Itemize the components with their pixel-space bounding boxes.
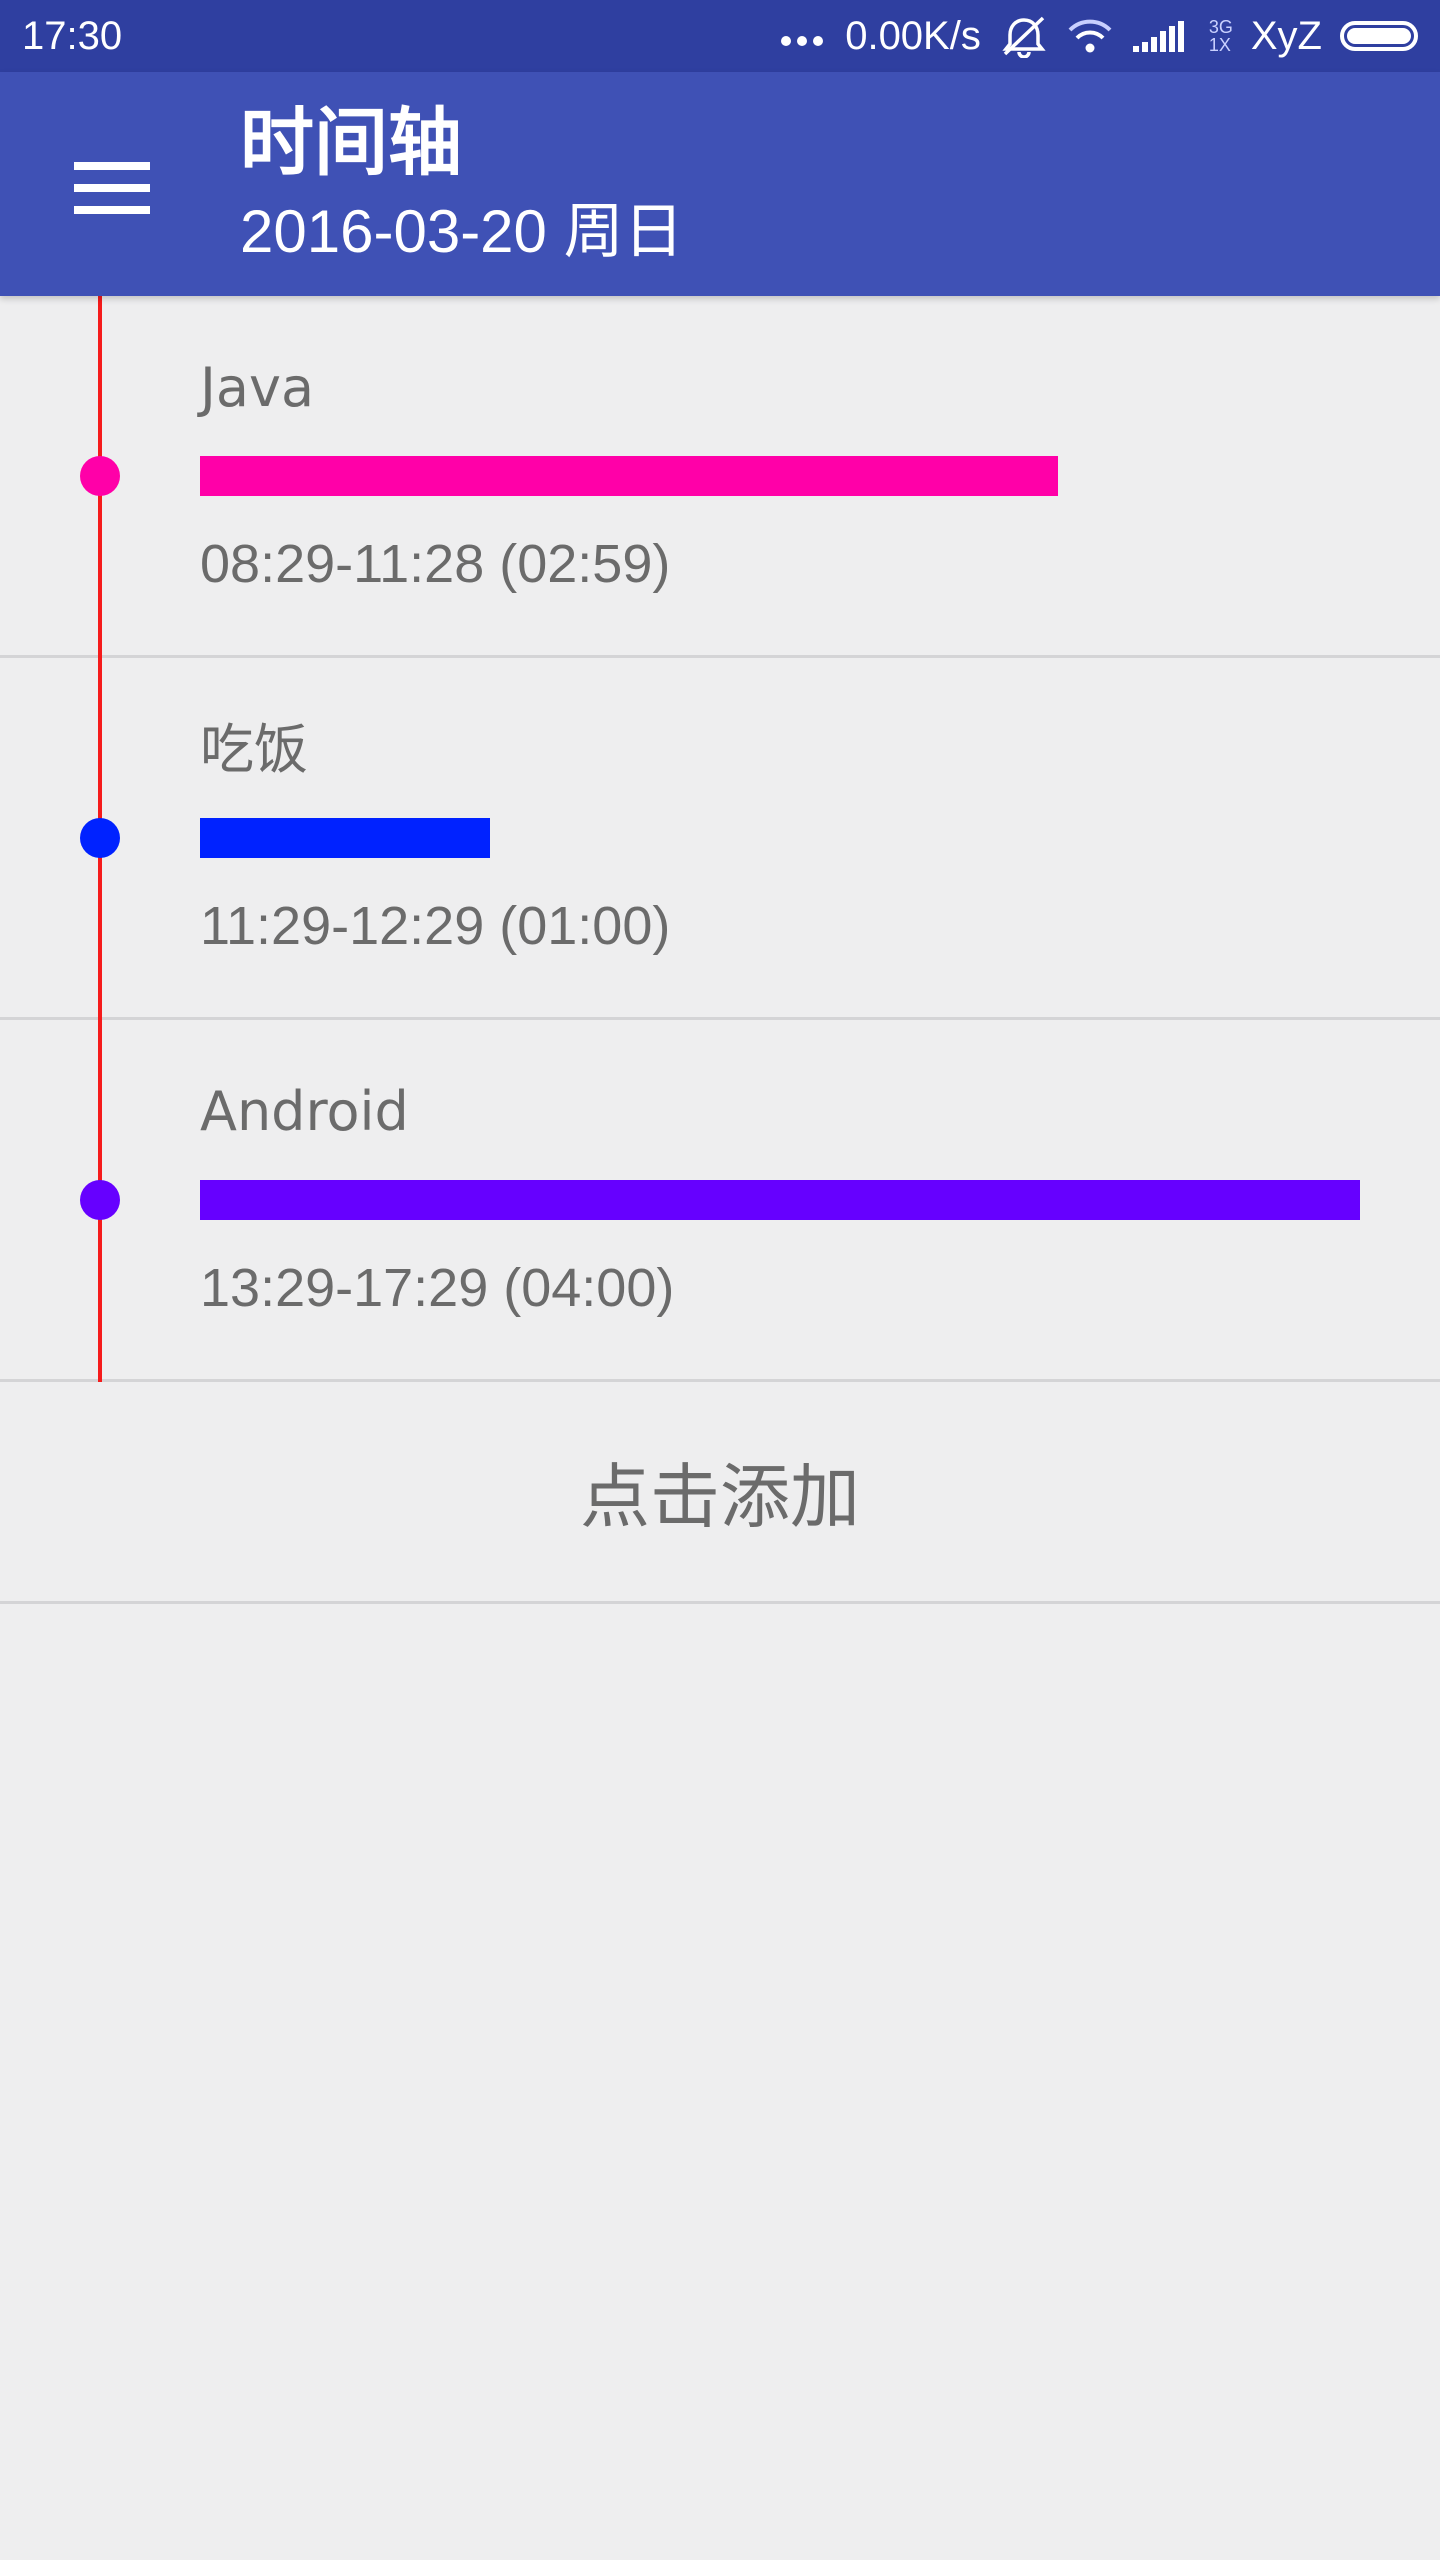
wifi-icon — [1067, 16, 1113, 56]
timeline-dot — [80, 456, 120, 496]
timeline-item[interactable]: 吃饭 11:29-12:29 (01:00) — [0, 658, 1440, 1020]
alarm-off-icon — [999, 14, 1049, 58]
network-type-top: 3G — [1208, 17, 1233, 37]
item-time-range: 13:29-17:29 (04:00) — [200, 1258, 675, 1318]
timeline-list: Java 08:29-11:28 (02:59) 吃饭 11:29-12:29 … — [0, 296, 1440, 1382]
page-title: 时间轴 — [240, 100, 462, 186]
duration-bar — [200, 818, 490, 858]
timeline-dot — [80, 1180, 120, 1220]
duration-bar-track — [200, 818, 1360, 858]
more-dots-icon — [781, 26, 824, 46]
battery-icon — [1340, 21, 1418, 51]
duration-bar — [200, 456, 1058, 496]
duration-bar-track — [200, 456, 1360, 496]
item-title: Android — [200, 1080, 409, 1143]
network-type: 3G 1X — [1209, 18, 1233, 54]
signal-icon — [1131, 18, 1191, 54]
timeline-item[interactable]: Android 13:29-17:29 (04:00) — [0, 1020, 1440, 1382]
item-time-range: 11:29-12:29 (01:00) — [200, 896, 671, 956]
status-bar: 17:30 0.00K/s 3G 1X XyZ — [0, 0, 1440, 72]
app-bar: 时间轴 2016-03-20 周日 — [0, 72, 1440, 296]
add-item-button[interactable]: 点击添加 — [0, 1382, 1440, 1604]
hamburger-menu-icon[interactable] — [58, 138, 170, 238]
item-time-range: 08:29-11:28 (02:59) — [200, 534, 671, 594]
status-time: 17:30 — [22, 14, 123, 58]
net-speed: 0.00K/s — [845, 13, 981, 58]
carrier-name: XyZ — [1250, 13, 1322, 58]
item-title: 吃饭 — [200, 718, 308, 781]
duration-bar — [200, 1180, 1360, 1220]
network-type-bottom: 1X — [1208, 35, 1231, 55]
page-subtitle-date: 2016-03-20 周日 — [240, 198, 684, 265]
timeline-dot — [80, 818, 120, 858]
duration-bar-track — [200, 1180, 1360, 1220]
item-title: Java — [200, 356, 315, 419]
status-icons: 0.00K/s 3G 1X XyZ — [781, 10, 1418, 62]
timeline-item[interactable]: Java 08:29-11:28 (02:59) — [0, 296, 1440, 658]
